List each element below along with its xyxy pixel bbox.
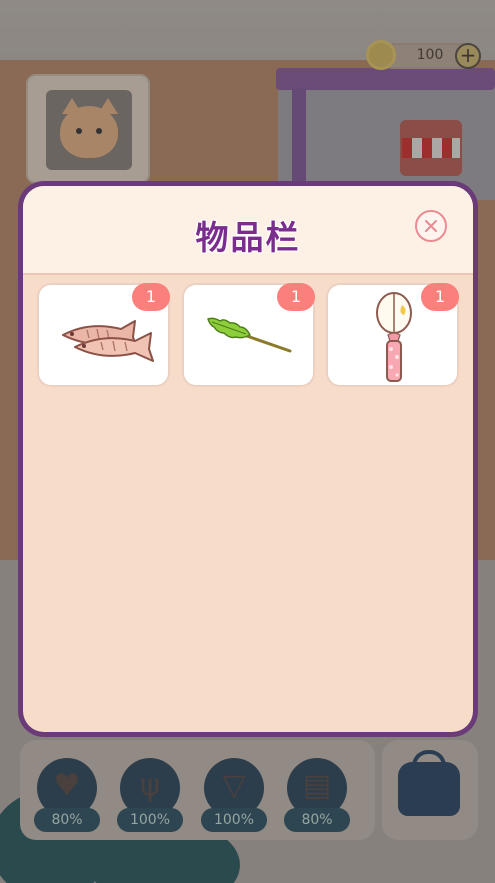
fork-spoon-icon: ψ bbox=[140, 768, 160, 803]
item-count-badge: 1 bbox=[277, 283, 315, 311]
cat-portrait-frame bbox=[46, 90, 132, 170]
stat-value: 100% bbox=[201, 808, 267, 832]
coin-icon bbox=[366, 40, 396, 70]
coin-amount: 100 bbox=[416, 47, 444, 63]
shop-pillar bbox=[292, 88, 306, 188]
brush-icon: ▤ bbox=[302, 768, 332, 803]
shop-shelf-top bbox=[276, 68, 495, 90]
item-count-badge: 1 bbox=[421, 283, 459, 311]
stat-value: 100% bbox=[117, 808, 183, 832]
stat-thirst[interactable]: ▽ 100% bbox=[201, 758, 267, 838]
close-button[interactable] bbox=[415, 210, 447, 242]
bag-icon[interactable] bbox=[398, 762, 460, 816]
inventory-panel: 物品栏 1 1 1 bbox=[23, 186, 473, 732]
stat-clean[interactable]: ▤ 80% bbox=[284, 758, 350, 838]
inventory-slot[interactable]: 1 bbox=[37, 283, 170, 387]
inventory-slot[interactable]: 1 bbox=[326, 283, 459, 387]
cat-eye-right bbox=[96, 128, 102, 134]
add-coins-button[interactable]: + bbox=[455, 43, 481, 69]
cat-face bbox=[60, 106, 118, 158]
inventory-modal: 物品栏 1 1 1 bbox=[18, 181, 478, 737]
close-icon bbox=[425, 220, 437, 232]
stat-value: 80% bbox=[284, 808, 350, 832]
stat-value: 80% bbox=[34, 808, 100, 832]
cat-eye-left bbox=[76, 128, 82, 134]
stat-hunger[interactable]: ψ 100% bbox=[117, 758, 183, 838]
inventory-slot[interactable]: 1 bbox=[182, 283, 315, 387]
heart-icon: ♥ bbox=[53, 768, 81, 803]
cup-icon: ▽ bbox=[222, 768, 246, 803]
item-count-badge: 1 bbox=[132, 283, 170, 311]
toy-stall-awning bbox=[402, 138, 460, 158]
stat-health[interactable]: ♥ 80% bbox=[34, 758, 100, 838]
inventory-title: 物品栏 bbox=[195, 218, 301, 257]
inventory-header: 物品栏 bbox=[23, 186, 473, 275]
cat-portrait[interactable] bbox=[26, 74, 150, 184]
